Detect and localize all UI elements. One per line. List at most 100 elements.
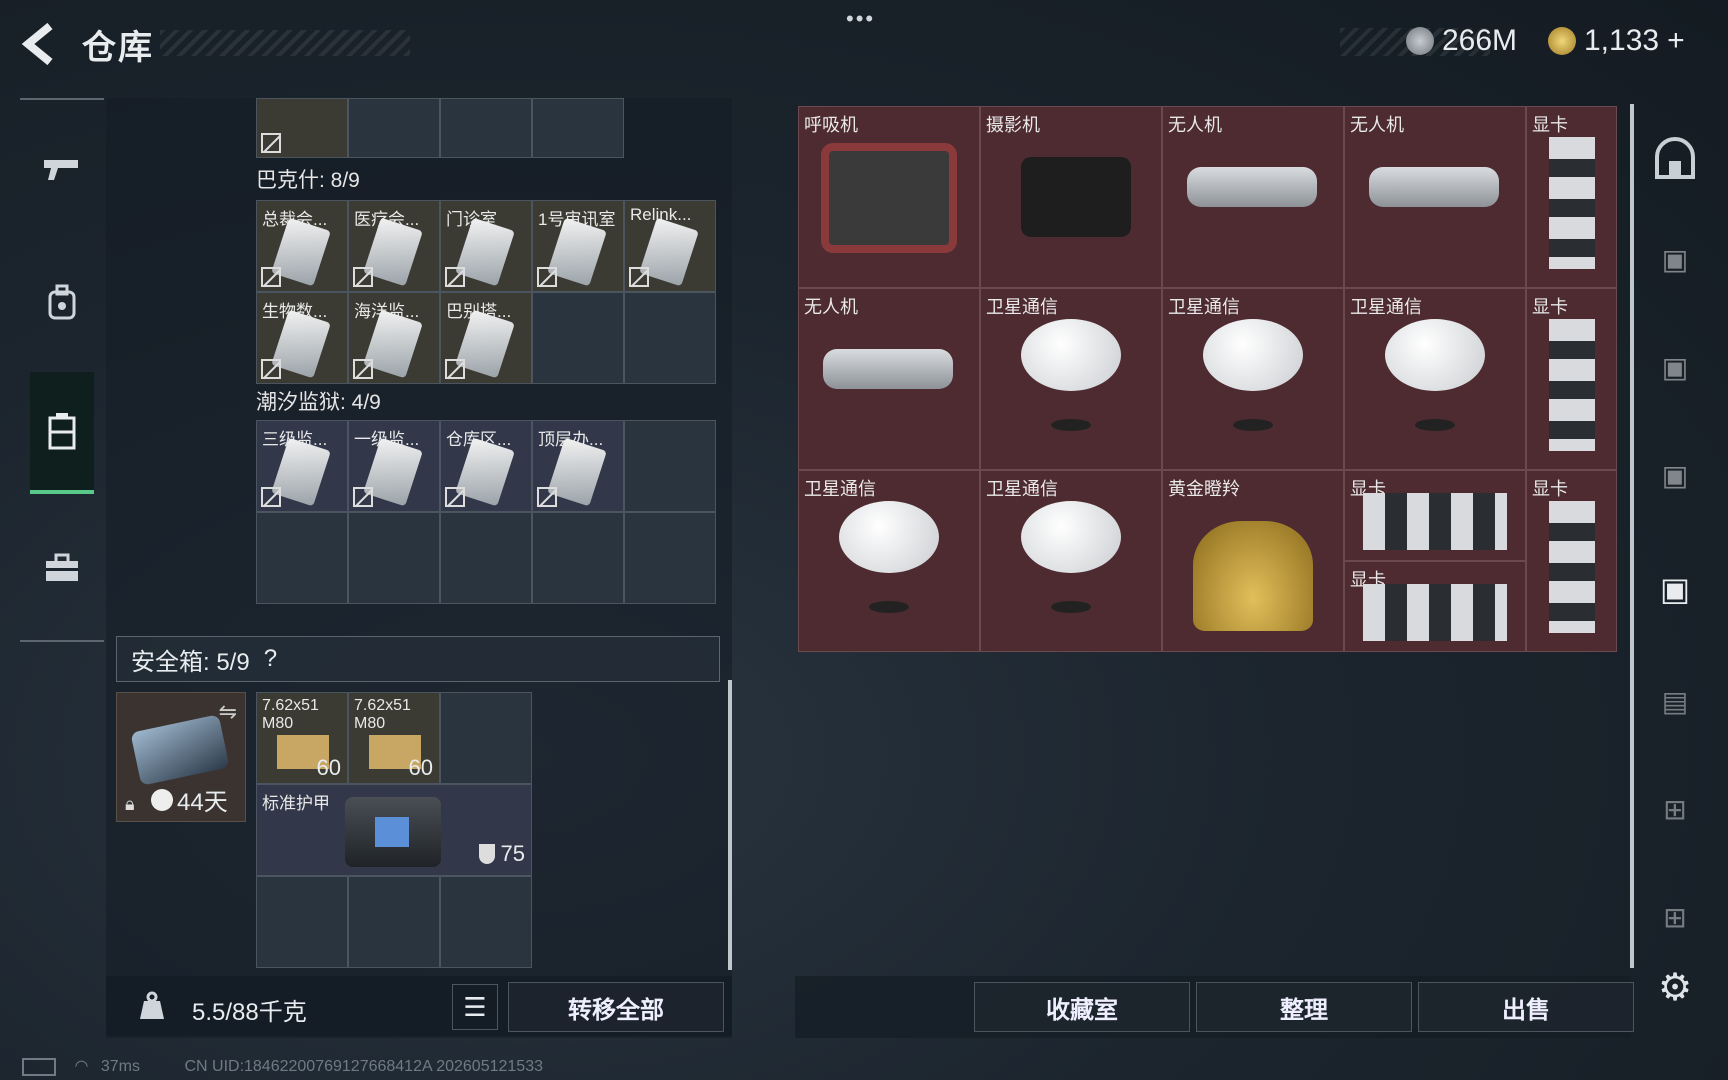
ammo-slot[interactable]: 7.62x51 M80 60 — [348, 692, 440, 784]
empty-slot[interactable] — [532, 98, 624, 158]
key-card[interactable]: Relink... — [624, 200, 716, 292]
key-card[interactable]: 门诊室 — [440, 200, 532, 292]
add-gold-button[interactable]: + — [1667, 24, 1685, 58]
storage-item-label: 无人机 — [1168, 115, 1222, 135]
nav-backpack[interactable] — [30, 270, 94, 334]
nav-storage[interactable] — [30, 372, 94, 494]
storage-item[interactable]: 卫星通信 — [980, 470, 1162, 652]
unbound-key-icon — [353, 359, 373, 379]
ammo-label: 7.62x51 M80 — [354, 697, 411, 732]
container-scrollbar[interactable] — [728, 680, 732, 970]
empty-slot[interactable] — [532, 512, 624, 604]
list-view-button[interactable]: ☰ — [452, 984, 498, 1030]
silver-coin-icon — [1406, 27, 1434, 55]
empty-slot[interactable] — [348, 98, 440, 158]
organize-button[interactable]: 整理 — [1196, 982, 1412, 1032]
storage-item[interactable]: 显卡 — [1526, 470, 1617, 652]
safe-box-container[interactable]: ⇋ 🔒︎ 44天 — [116, 692, 246, 822]
nav-weapons[interactable] — [30, 138, 94, 202]
empty-slot[interactable] — [440, 512, 532, 604]
vault-icon — [1655, 137, 1695, 179]
key-card[interactable]: 仓库区... — [440, 420, 532, 512]
storage-scrollbar[interactable] — [1630, 104, 1634, 968]
swap-icon[interactable]: ⇋ — [219, 699, 237, 725]
storage-item[interactable]: 卫星通信 — [1162, 288, 1344, 470]
satellite-dish-icon — [1021, 501, 1121, 573]
empty-slot[interactable] — [256, 512, 348, 604]
key-card[interactable]: 海洋监... — [348, 292, 440, 384]
key-card[interactable]: 顶层办... — [532, 420, 624, 512]
empty-slot[interactable] — [440, 876, 532, 968]
key-card[interactable]: 巴别塔... — [440, 292, 532, 384]
empty-slot[interactable] — [440, 98, 532, 158]
storage-item[interactable]: 显卡 — [1526, 106, 1617, 288]
more-menu-button[interactable]: ••• — [846, 6, 875, 32]
gold-currency[interactable]: 1,133 + — [1548, 24, 1685, 58]
storage-item[interactable]: 卫星通信 — [980, 288, 1162, 470]
empty-slot[interactable] — [348, 512, 440, 604]
empty-slot[interactable] — [440, 692, 532, 784]
weight-icon — [122, 984, 182, 1028]
safe-box-help-button[interactable]: ? — [264, 645, 277, 673]
storage-tab-icon: ▣ — [1661, 243, 1689, 275]
key-card[interactable]: 生物数... — [256, 292, 348, 384]
storage-item[interactable]: 无人机 — [798, 288, 980, 470]
storage-item[interactable]: 显卡 — [1526, 288, 1617, 470]
storage-page-add-2[interactable]: ⊞ — [1640, 882, 1710, 952]
armor-slot[interactable]: 标准护甲 75 — [256, 784, 532, 876]
silver-currency: 266M — [1406, 24, 1517, 58]
nav-vault[interactable] — [1640, 124, 1710, 194]
clock-icon — [151, 788, 173, 811]
armor-label: 标准护甲 — [262, 794, 330, 813]
storage-item[interactable]: 显卡 — [1344, 561, 1526, 652]
storage-page-add-1[interactable]: ⊞ — [1640, 774, 1710, 844]
ammo-label: 7.62x51 M80 — [262, 697, 319, 732]
gear-icon: ⚙ — [1657, 966, 1693, 1009]
ping-value: 37ms — [100, 1058, 140, 1075]
back-button[interactable] — [20, 22, 60, 66]
storage-page-4[interactable]: ▣ — [1640, 440, 1710, 510]
nav-toolbox[interactable] — [30, 536, 94, 600]
storage-item[interactable]: 摄影机 — [980, 106, 1162, 288]
storage-item[interactable]: 显卡 — [1344, 470, 1526, 561]
key-card[interactable]: 总裁会... — [256, 200, 348, 292]
gun-icon — [44, 160, 78, 180]
key-slot[interactable] — [256, 98, 348, 158]
safe-box-title: 安全箱: 5/9 — [131, 648, 250, 676]
empty-slot[interactable] — [624, 512, 716, 604]
storage-page-2[interactable]: ▣ — [1640, 224, 1710, 294]
key-card[interactable]: 医疗会... — [348, 200, 440, 292]
bakshi-keys-title: 巴克什: 8/9 — [256, 169, 360, 192]
storage-item[interactable]: 无人机 — [1162, 106, 1344, 288]
gold-amount: 1,133 — [1584, 24, 1660, 57]
settings-button[interactable]: ⚙ — [1640, 952, 1710, 1022]
key-card[interactable]: 1号审讯室 — [532, 200, 624, 292]
storage-page-3[interactable]: ▣ — [1640, 332, 1710, 402]
storage-tab-icon: ▣ — [1661, 459, 1689, 491]
storage-item[interactable]: 卫星通信 — [1344, 288, 1526, 470]
empty-slot[interactable] — [624, 420, 716, 512]
satellite-dish-icon — [839, 501, 939, 573]
storage-item[interactable]: 黄金瞪羚 — [1162, 470, 1344, 652]
collection-room-button[interactable]: 收藏室 — [974, 982, 1190, 1032]
key-card[interactable]: 一级监... — [348, 420, 440, 512]
gold-coin-icon — [1548, 27, 1576, 55]
sell-button[interactable]: 出售 — [1418, 982, 1634, 1032]
key-card[interactable]: 三级监... — [256, 420, 348, 512]
empty-slot[interactable] — [256, 876, 348, 968]
toolbox-icon — [46, 553, 78, 581]
storage-item[interactable]: 呼吸机 — [798, 106, 980, 288]
unbound-key-icon — [261, 359, 281, 379]
empty-slot[interactable] — [624, 292, 716, 384]
storage-item[interactable]: 卫星通信 — [798, 470, 980, 652]
gold-gazelle-icon — [1193, 521, 1313, 631]
transfer-all-button[interactable]: 转移全部 — [508, 982, 724, 1032]
storage-page-6[interactable]: ▤ — [1640, 666, 1710, 736]
ammo-slot[interactable]: 7.62x51 M80 60 — [256, 692, 348, 784]
storage-item[interactable]: 无人机 — [1344, 106, 1526, 288]
storage-item-label: 卫星通信 — [986, 297, 1058, 317]
empty-slot[interactable] — [532, 292, 624, 384]
empty-slot[interactable] — [348, 876, 440, 968]
gpu-icon — [1363, 584, 1507, 641]
storage-page-current[interactable]: ▣ — [1640, 554, 1710, 624]
